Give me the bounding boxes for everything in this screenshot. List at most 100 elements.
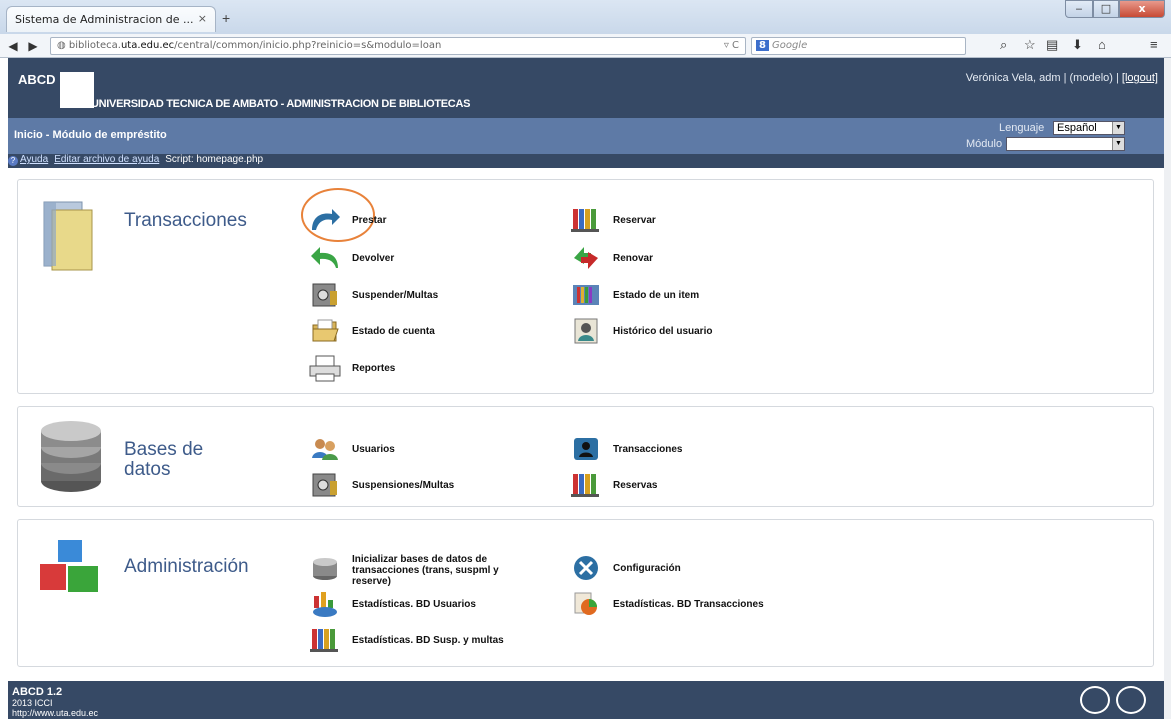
browser-tab[interactable]: Sistema de Administracion de ... × <box>6 6 216 32</box>
scrollbar[interactable] <box>1164 58 1171 719</box>
chevron-down-icon[interactable]: ▼ <box>1112 138 1124 150</box>
item-label: Estadísticas. BD Susp. y multas <box>352 634 504 646</box>
maximize-button[interactable]: □ <box>1093 0 1119 18</box>
chevron-down-icon[interactable]: ▼ <box>1112 122 1124 134</box>
footer-url: http://www.uta.edu.ec <box>12 708 99 718</box>
devolver-link[interactable]: Devolver <box>308 244 394 272</box>
menu-icon[interactable]: ≡ <box>1150 37 1158 52</box>
section-transacciones: Transacciones Prestar Reservar Devolver … <box>17 179 1154 394</box>
back-icon[interactable]: ◀ <box>4 37 22 55</box>
user-info: Verónica Vela, adm | (modelo) | [logout] <box>966 72 1158 84</box>
safe-icon <box>308 471 342 499</box>
open-folder-icon <box>308 317 342 345</box>
item-label: Configuración <box>613 562 681 574</box>
year-label: 2013 ICCI <box>12 698 53 708</box>
app-header: ABCD UNIVERSIDAD TECNICA DE AMBATO - ADM… <box>8 58 1164 118</box>
section-administracion: Administración Inicializar bases de dato… <box>17 519 1154 667</box>
script-label: Script: homepage.php <box>165 154 264 165</box>
reservas-link[interactable]: Reservas <box>569 471 657 499</box>
new-tab-button[interactable]: + <box>222 10 230 26</box>
pie-chart-icon <box>569 590 603 618</box>
section-title: Transacciones <box>124 210 247 231</box>
estado-item-link[interactable]: Estado de un item <box>569 281 699 309</box>
url-prefix: biblioteca. <box>68 40 121 51</box>
item-label: Devolver <box>352 252 395 264</box>
database-small-icon <box>308 554 342 582</box>
help-link[interactable]: Ayuda <box>20 154 48 165</box>
reservar-link[interactable]: Reservar <box>569 206 656 234</box>
section-title: Administración <box>124 556 249 577</box>
download-icon[interactable]: ⬇ <box>1072 37 1083 53</box>
url-bar[interactable]: ◍ biblioteca.uta.edu.ec/central/common/i… <box>50 37 746 55</box>
who-emblem-icon <box>1116 686 1146 714</box>
bookmarks-icon[interactable]: ▤ <box>1046 37 1058 53</box>
users-icon <box>308 435 342 463</box>
item-label: Suspensiones/Multas <box>352 479 455 491</box>
folder-icon <box>38 198 98 272</box>
item-label: Reservas <box>613 479 658 491</box>
logout-link[interactable]: [logout] <box>1122 72 1158 84</box>
language-select[interactable]: Español ▼ <box>1053 121 1125 135</box>
item-label: Renovar <box>613 252 654 264</box>
reload-icon[interactable]: ▿ C <box>724 40 739 51</box>
item-label: Inicializar bases de datos de transaccio… <box>352 554 499 587</box>
module-label: Módulo <box>966 138 1003 150</box>
stats-chart-icon <box>308 590 342 618</box>
historico-usuario-link[interactable]: Histórico del usuario <box>569 317 712 345</box>
help-icon[interactable]: ? <box>8 156 18 166</box>
user-text: Verónica Vela, adm | (modelo) | <box>965 72 1122 84</box>
item-label: Reportes <box>352 362 396 374</box>
bookmark-star-icon[interactable]: ☆ <box>1024 37 1036 53</box>
logo-text: ABCD <box>18 72 56 87</box>
window-controls: ‒ □ x <box>1065 0 1165 20</box>
estadisticas-usuarios-link[interactable]: Estadísticas. BD Usuarios <box>308 590 476 618</box>
browser-navbar: ◀ ▶ ◍ biblioteca.uta.edu.ec/central/comm… <box>0 34 1171 58</box>
edit-help-link[interactable]: Editar archivo de ayuda <box>54 154 159 165</box>
minimize-button[interactable]: ‒ <box>1065 0 1093 18</box>
return-arrow-icon <box>308 244 342 272</box>
item-label: Estadísticas. BD Transacciones <box>613 598 764 610</box>
search-icon[interactable]: ⌕ <box>1000 37 1007 53</box>
transacciones-db-link[interactable]: Transacciones <box>569 435 682 463</box>
suspensiones-multas-link[interactable]: Suspensiones/Multas <box>308 471 454 499</box>
estado-cuenta-link[interactable]: Estado de cuenta <box>308 317 435 345</box>
item-label: Usuarios <box>352 443 395 455</box>
item-label: Transacciones <box>613 443 683 455</box>
forward-icon[interactable]: ▶ <box>24 37 42 55</box>
renew-arrows-icon <box>569 244 603 272</box>
inicializar-bd-link[interactable]: Inicializar bases de datos de transaccio… <box>308 554 508 587</box>
estadisticas-susp-multas-link[interactable]: Estadísticas. BD Susp. y multas <box>308 626 504 654</box>
footer-emblems <box>1080 686 1146 714</box>
home-icon[interactable]: ⌂ <box>1098 37 1106 52</box>
renovar-link[interactable]: Renovar <box>569 244 653 272</box>
globe-emblem-icon <box>1080 686 1110 714</box>
reportes-link[interactable]: Reportes <box>308 354 395 382</box>
prestar-link[interactable]: Prestar <box>308 206 386 234</box>
user-card-icon <box>569 317 603 345</box>
item-label: Histórico del usuario <box>613 325 713 337</box>
module-title: Inicio - Módulo de empréstito <box>14 129 167 141</box>
books-icon <box>569 206 603 234</box>
close-window-button[interactable]: x <box>1119 0 1165 18</box>
page-left-margin <box>0 58 8 719</box>
curved-arrow-icon <box>308 206 342 234</box>
search-engine-icon[interactable]: 8 <box>756 40 769 51</box>
item-label: Estado de un item <box>613 289 700 301</box>
section-title-line2: datos <box>124 459 171 480</box>
tab-close-icon[interactable]: × <box>198 12 207 25</box>
suspender-multas-link[interactable]: Suspender/Multas <box>308 281 438 309</box>
version-label: ABCD 1.2 <box>12 686 63 698</box>
browser-titlebar: Sistema de Administracion de ... × + ‒ □… <box>0 0 1171 34</box>
globe-icon: ◍ <box>57 40 69 51</box>
estadisticas-transacciones-link[interactable]: Estadísticas. BD Transacciones <box>569 590 764 618</box>
item-label: Suspender/Multas <box>352 289 439 301</box>
help-bar: ? Ayuda Editar archivo de ayuda Script: hom… <box>8 154 1164 168</box>
configuracion-link[interactable]: Configuración <box>569 554 681 582</box>
item-label: Prestar <box>352 214 387 226</box>
module-select[interactable]: ▼ <box>1006 137 1125 151</box>
safe-icon <box>308 281 342 309</box>
search-bar[interactable]: 8 Google <box>751 37 966 55</box>
item-label: Estadísticas. BD Usuarios <box>352 598 476 610</box>
item-label: Reservar <box>613 214 656 226</box>
usuarios-link[interactable]: Usuarios <box>308 435 395 463</box>
